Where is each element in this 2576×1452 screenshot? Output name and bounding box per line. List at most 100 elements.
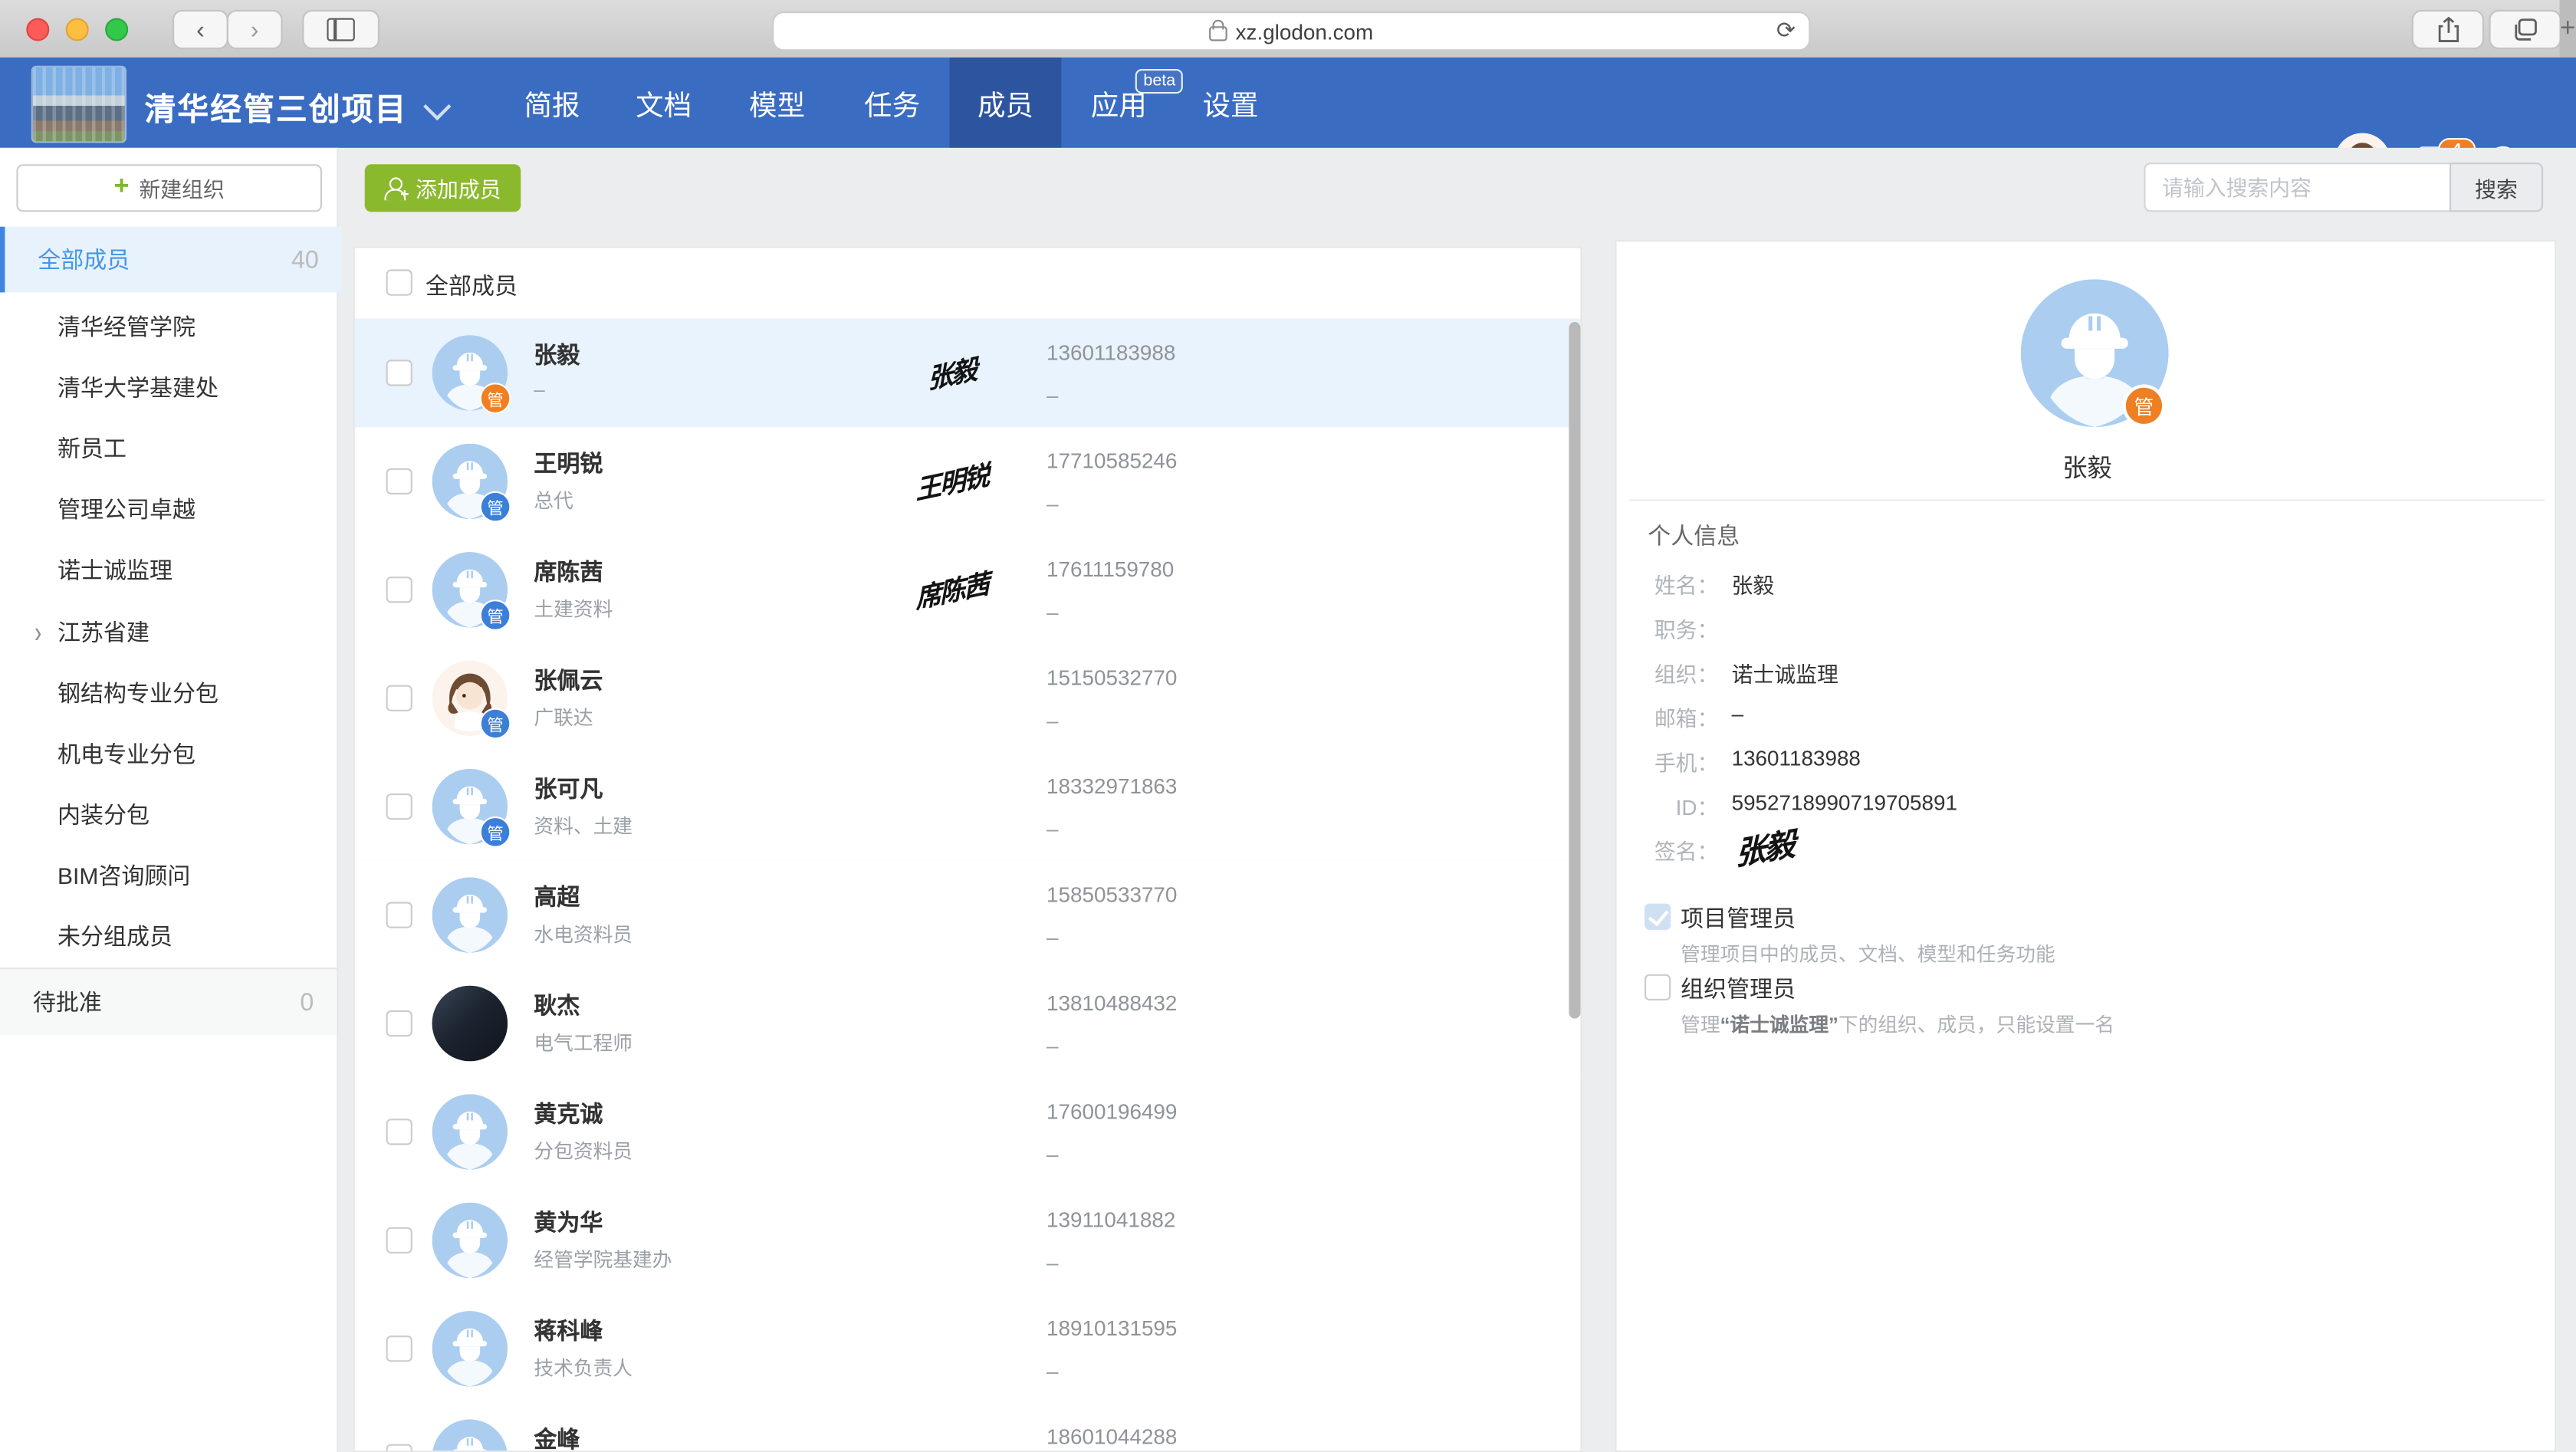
tab-apps[interactable]: 应用 beta <box>1063 57 1175 148</box>
tab-documents[interactable]: 文档 <box>608 57 720 148</box>
sidebar-item-org-expandable[interactable]: › 江苏省建 <box>0 601 337 662</box>
org-admin-label: 组织管理员 <box>1681 973 1796 1006</box>
reload-icon[interactable]: ⟳ <box>1776 16 1796 44</box>
member-email-dash: – <box>1046 1142 1059 1166</box>
sidebar-item-all-members[interactable]: 全部成员 40 <box>0 227 342 293</box>
project-switcher[interactable]: 清华经管三创项目 <box>145 85 444 130</box>
row-checkbox[interactable] <box>386 685 412 711</box>
field-phone: 手机： 13601183988 <box>1636 746 2556 779</box>
sidebar-item-org[interactable]: 管理公司卓越 <box>0 478 337 539</box>
row-checkbox[interactable] <box>386 1227 412 1253</box>
member-phone: 18910131595 <box>1046 1316 1177 1340</box>
search-input[interactable] <box>2144 163 2451 212</box>
member-name: 黄克诚 <box>534 1097 603 1130</box>
member-email-dash: – <box>1046 925 1059 949</box>
sidebar-toggle-button[interactable] <box>302 10 380 49</box>
member-row[interactable]: 高超 水电资料员 15850533770 – <box>355 861 1582 971</box>
select-all-checkbox[interactable] <box>386 269 412 295</box>
member-row[interactable]: 管 张佩云 广联达 15150532770 – <box>355 644 1582 754</box>
sidebar-item-org[interactable]: 未分组成员 <box>0 905 337 966</box>
sidebar-item-org[interactable]: BIM咨询顾问 <box>0 844 337 905</box>
window-close-button[interactable] <box>26 18 49 41</box>
member-avatar <box>432 1203 508 1279</box>
member-row[interactable]: 管 张毅 – 张毅 13601183988 – <box>355 319 1582 429</box>
share-button[interactable] <box>2412 10 2484 49</box>
member-name: 金峰 <box>534 1423 580 1452</box>
row-checkbox[interactable] <box>386 1335 412 1362</box>
chevron-down-icon <box>423 93 451 120</box>
member-row[interactable]: 耿杰 电气工程师 13810488432 – <box>355 969 1582 1079</box>
add-member-button[interactable]: + 添加成员 <box>365 164 521 212</box>
member-phone: 18332971863 <box>1046 774 1177 798</box>
member-row[interactable]: 管 张可凡 资料、土建 18332971863 – <box>355 752 1582 862</box>
member-detail-panel: 管 张毅 个人信息 姓名： 张毅 职务： 组织： 诺士诚监理 邮箱： – 手机：… <box>1615 240 2556 1452</box>
member-avatar <box>432 1094 508 1170</box>
row-checkbox[interactable] <box>386 793 412 820</box>
project-admin-label: 项目管理员 <box>1681 902 1796 935</box>
new-org-button[interactable]: + 新建组织 <box>16 164 322 212</box>
row-checkbox[interactable] <box>386 1119 412 1145</box>
member-email-dash: – <box>1046 383 1059 407</box>
row-checkbox[interactable] <box>386 468 412 494</box>
field-organization: 组织： 诺士诚监理 <box>1636 657 2556 690</box>
member-name: 高超 <box>534 881 580 914</box>
sidebar-item-org[interactable]: 钢结构专业分包 <box>0 662 337 723</box>
sidebar-item-org[interactable]: 诺士诚监理 <box>0 539 337 600</box>
sidebar-item-org[interactable]: 内装分包 <box>0 783 337 844</box>
window-minimize-button[interactable] <box>66 18 89 41</box>
member-phone: 13911041882 <box>1046 1207 1175 1232</box>
member-role: 水电资料员 <box>534 920 632 948</box>
member-avatar <box>432 1419 508 1452</box>
sidebar-item-org[interactable]: 清华大学基建处 <box>0 356 337 417</box>
browser-forward-button[interactable]: › <box>227 10 283 49</box>
admin-badge: 管 <box>2123 384 2166 427</box>
tab-briefing[interactable]: 简报 <box>496 57 608 148</box>
admin-badge: 管 <box>480 816 511 848</box>
tab-tasks[interactable]: 任务 <box>836 57 948 148</box>
member-row[interactable]: 蒋科峰 技术负责人 18910131595 – <box>355 1295 1582 1405</box>
detail-member-name: 张毅 <box>1617 450 2558 485</box>
project-admin-checkbox[interactable] <box>1644 904 1671 930</box>
tab-overview-button[interactable] <box>2489 10 2561 49</box>
sidebar-item-org[interactable]: 清华经管学院 <box>0 296 337 356</box>
section-title: 个人信息 <box>1648 519 1740 552</box>
lock-icon <box>1209 26 1227 41</box>
row-checkbox[interactable] <box>386 577 412 603</box>
signature-image: 张毅 <box>1733 818 1802 875</box>
search-button[interactable]: 搜索 <box>2450 163 2543 212</box>
member-role: 广联达 <box>534 703 593 731</box>
row-checkbox[interactable] <box>386 1444 412 1452</box>
sidebar-item-pending-approval[interactable]: 待批准 0 <box>0 967 337 1035</box>
list-scrollbar-thumb[interactable] <box>1569 322 1580 1019</box>
row-checkbox[interactable] <box>386 360 412 386</box>
member-row[interactable]: 金峰 18601044288 <box>355 1403 1582 1452</box>
member-name: 张毅 <box>534 338 580 371</box>
org-admin-checkbox[interactable] <box>1644 974 1671 1000</box>
signature-image: 张毅 <box>863 331 1046 411</box>
sidebar-item-org[interactable]: 新员工 <box>0 417 337 478</box>
member-row[interactable]: 管 席陈茜 土建资料 席陈茜 17611159780 – <box>355 536 1582 646</box>
window-zoom-button[interactable] <box>105 18 128 41</box>
address-bar[interactable]: xz.glodon.com ⟳ <box>772 11 1810 51</box>
browser-back-button[interactable]: ‹ <box>172 10 228 49</box>
row-checkbox[interactable] <box>386 1010 412 1036</box>
field-signature: 签名： 张毅 <box>1636 835 2556 884</box>
member-count: 40 <box>291 245 319 273</box>
row-checkbox[interactable] <box>386 902 412 928</box>
member-phone: 17600196499 <box>1046 1099 1177 1124</box>
member-phone: 13601183988 <box>1046 340 1175 365</box>
share-icon <box>2437 16 2459 42</box>
member-email-dash: – <box>1046 816 1059 841</box>
tab-settings[interactable]: 设置 <box>1175 57 1286 148</box>
field-title: 职务： <box>1636 613 2556 646</box>
new-tab-button[interactable]: + <box>2560 0 2576 57</box>
member-row[interactable]: 管 王明锐 总代 王明锐 17710585246 – <box>355 427 1582 537</box>
admin-badge: 管 <box>480 491 511 523</box>
member-row[interactable]: 黄克诚 分包资料员 17600196499 – <box>355 1078 1582 1188</box>
chevron-right-icon[interactable]: › <box>34 614 41 649</box>
member-row[interactable]: 黄为华 经管学院基建办 13911041882 – <box>355 1186 1582 1296</box>
member-name: 王明锐 <box>534 447 603 480</box>
tab-members[interactable]: 成员 <box>950 57 1062 148</box>
tab-models[interactable]: 模型 <box>721 57 833 148</box>
sidebar-item-org[interactable]: 机电专业分包 <box>0 723 337 783</box>
